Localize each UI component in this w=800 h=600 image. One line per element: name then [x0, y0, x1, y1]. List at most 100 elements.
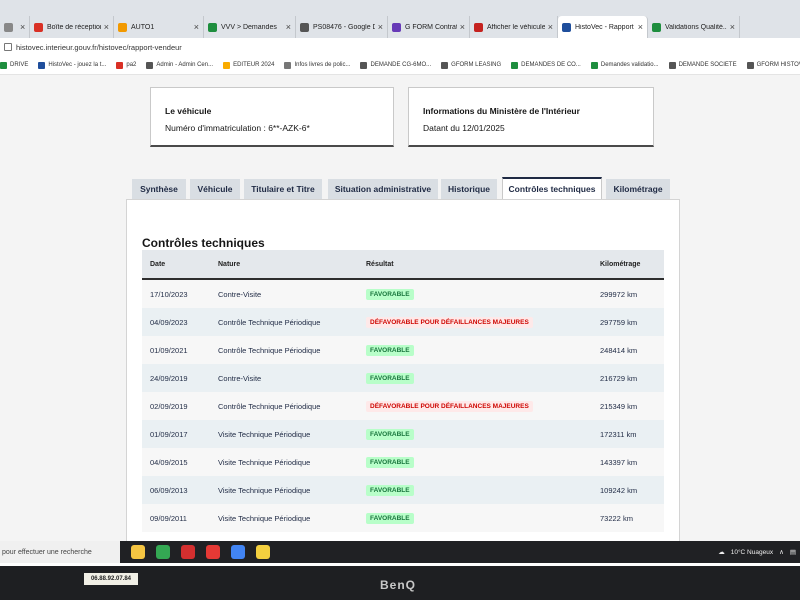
favorable-badge: FAVORABLE [366, 344, 414, 356]
report-tab[interactable]: Contrôles techniques [502, 177, 602, 199]
tab-close-icon[interactable]: × [460, 22, 465, 32]
report-tab[interactable]: Kilométrage [606, 179, 670, 199]
report-tab[interactable]: Synthèse [132, 179, 186, 199]
weather-text[interactable]: 10°C Nuageux [731, 549, 773, 556]
unfavorable-badge: DÉFAVORABLE POUR DÉFAILLANCES MAJEURES [366, 400, 533, 412]
bookmark-icon [38, 61, 46, 69]
tab-title: VVV > Demandes [221, 23, 277, 31]
network-icon[interactable]: ▤ [790, 548, 796, 556]
tab-close-icon[interactable]: × [104, 22, 109, 32]
browser-tab[interactable]: Afficher le véhicule × [470, 16, 558, 38]
km-cell: 299972 km [592, 279, 664, 308]
date-cell: 04/09/2015 [142, 448, 210, 476]
bookmark-icon [441, 61, 449, 69]
tab-favicon-icon [4, 22, 13, 32]
bookmark-item[interactable]: Infos livres de polic... [284, 61, 350, 69]
col-date: Date [142, 250, 210, 280]
nature-cell: Visite Technique Périodique [210, 448, 358, 476]
bookmark-label: EDITEUR 2024 [233, 62, 275, 68]
tab-close-icon[interactable]: × [548, 22, 553, 32]
system-tray: ☁ 10°C Nuageux ∧ ▤ [712, 541, 796, 563]
browser-tab[interactable]: AUTO1 × [114, 16, 204, 38]
bookmark-label: DEMANDE SOCIETE [678, 62, 737, 68]
browser-tab[interactable]: PS08476 - Google Dr...× [296, 16, 388, 38]
browser-tab[interactable]: HistoVec - Rapport v...× [558, 16, 648, 38]
browser-tab[interactable]: VVV > Demandes × [204, 16, 296, 38]
table-header-row: Date Nature Résultat Kilométrage [142, 250, 664, 280]
acrobat-icon[interactable] [181, 545, 195, 559]
file-explorer-icon[interactable] [131, 545, 145, 559]
nature-cell: Contre-Visite [210, 279, 358, 308]
result-cell: FAVORABLE [358, 364, 592, 392]
report-tab[interactable]: Véhicule [190, 179, 240, 199]
table-row: 24/09/2019 Contre-Visite FAVORABLE 216729 k… [142, 364, 664, 392]
date-cell: 24/09/2019 [142, 364, 210, 392]
registration-label: Numéro d'immatriculation : [165, 123, 266, 133]
favorable-badge: FAVORABLE [366, 512, 414, 524]
bookmark-item[interactable]: DEMANDES DE CO... [511, 61, 581, 69]
result-cell: DÉFAVORABLE POUR DÉFAILLANCES MAJEURES [358, 308, 592, 336]
bookmark-item[interactable]: Demandes validatio... [590, 61, 659, 69]
browser-tab[interactable]: rion (3...× [0, 16, 30, 38]
screen: rion (3...×Boîte de réception (3...×AUTO… [0, 0, 800, 566]
report-tab[interactable]: Historique [441, 179, 497, 199]
bookmark-label: DEMANDES DE CO... [521, 62, 581, 68]
tray-overflow-icon[interactable]: ∧ [779, 548, 784, 556]
bookmark-icon [116, 61, 124, 69]
bookmark-icon [0, 61, 7, 69]
lock-icon [4, 43, 12, 51]
bookmark-item[interactable]: EDITEUR 2024 [223, 61, 275, 69]
table-row: 02/09/2019 Contrôle Technique Périodique D… [142, 392, 664, 420]
bookmarks-bar: DRIVE HistoVec - jouez la t... pa2 Admin - … [0, 56, 800, 75]
bookmark-item[interactable]: GFORM LEASING [441, 61, 501, 69]
tab-close-icon[interactable]: × [730, 22, 735, 32]
chrome-2-icon[interactable] [231, 545, 245, 559]
bookmark-item[interactable]: DRIVE [0, 61, 28, 69]
bookmark-icon [511, 61, 519, 69]
address-bar[interactable]: histovec.interieur.gouv.fr/histovec/rapp… [0, 38, 800, 56]
report-tab[interactable]: Titulaire et Titre [244, 179, 322, 199]
bookmark-item[interactable]: GFORM HISTOVEC... [746, 61, 800, 69]
bookmark-item[interactable]: HistoVec - jouez la t... [38, 61, 106, 69]
nature-cell: Visite Technique Périodique [210, 420, 358, 448]
bookmark-item[interactable]: DEMANDE CG-6MO... [360, 61, 431, 69]
tab-close-icon[interactable]: × [194, 22, 199, 32]
browser-tab[interactable]: Boîte de réception (3...× [30, 16, 114, 38]
bookmark-icon [146, 61, 154, 69]
table-row: 01/09/2021 Contrôle Technique Périodique F… [142, 336, 664, 364]
vehicle-card-heading: Le véhicule [165, 106, 212, 116]
tab-close-icon[interactable]: × [378, 22, 383, 32]
table-row: 01/09/2017 Visite Technique Périodique FAV… [142, 420, 664, 448]
bookmark-item[interactable]: pa2 [116, 61, 136, 69]
col-km: Kilométrage [592, 250, 664, 280]
report-tab[interactable]: Situation administrative [328, 179, 438, 199]
bookmark-icon [590, 61, 598, 69]
tab-close-icon[interactable]: × [638, 22, 643, 32]
favorable-badge: FAVORABLE [366, 288, 414, 300]
notes-icon[interactable] [256, 545, 270, 559]
favorable-badge: FAVORABLE [366, 456, 414, 468]
browser-tab[interactable]: Validations Qualité... × [648, 16, 740, 38]
section-title: Contrôles techniques [142, 236, 265, 250]
date-cell: 04/09/2023 [142, 308, 210, 336]
nature-cell: Contrôle Technique Périodique [210, 336, 358, 364]
tab-close-icon[interactable]: × [286, 22, 291, 32]
tab-title: PS08476 - Google Dr... [313, 23, 375, 31]
km-cell: 297759 km [592, 308, 664, 336]
bookmark-item[interactable]: Admin - Admin Cen... [146, 61, 213, 69]
col-result: Résultat [358, 250, 592, 280]
tab-title: HistoVec - Rapport v... [575, 23, 635, 31]
chrome-icon[interactable] [156, 545, 170, 559]
tab-favicon-icon [34, 22, 43, 32]
table-row: 09/09/2011 Visite Technique Périodique FAV… [142, 504, 664, 532]
date-cell: 01/09/2021 [142, 336, 210, 364]
opera-icon[interactable] [206, 545, 220, 559]
bookmark-item[interactable]: DEMANDE SOCIETE [668, 61, 737, 69]
tab-close-icon[interactable]: × [20, 22, 25, 32]
url-text[interactable]: histovec.interieur.gouv.fr/histovec/rapp… [16, 43, 182, 52]
browser-tab[interactable]: G FORM Contrats à ...× [388, 16, 470, 38]
tab-favicon-icon [474, 22, 483, 32]
km-cell: 215349 km [592, 392, 664, 420]
monitor-brand-logo: BenQ [380, 578, 417, 592]
taskbar-search-input[interactable]: pour effectuer une recherche [0, 541, 120, 563]
